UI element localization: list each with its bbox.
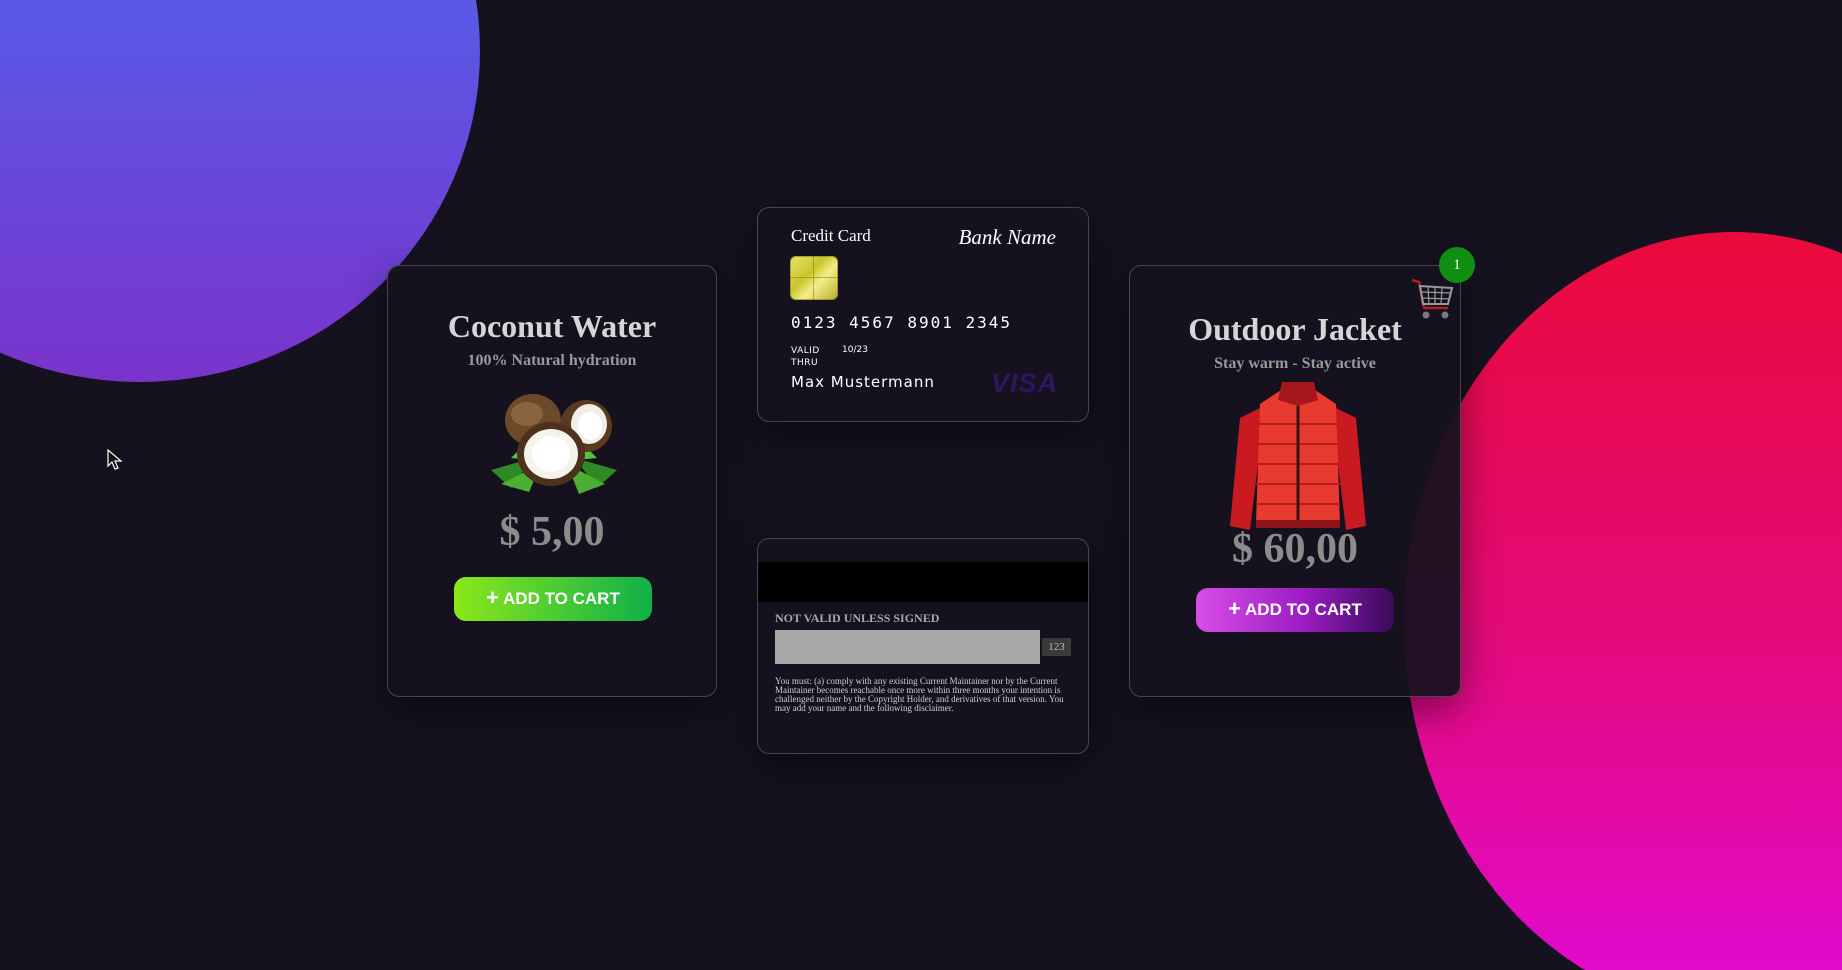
card-holder-name: Max Mustermann bbox=[791, 373, 935, 391]
valid-thru-date: 10/23 bbox=[842, 345, 868, 355]
visa-logo: VISA bbox=[990, 368, 1058, 398]
product-price: $ 60,00 bbox=[1232, 526, 1358, 572]
magnetic-stripe bbox=[758, 562, 1088, 602]
product-subtitle: 100% Natural hydration bbox=[467, 352, 637, 369]
signature-box bbox=[775, 630, 1040, 664]
signature-label: NOT VALID UNLESS SIGNED bbox=[775, 611, 940, 625]
card-disclaimer: You must: (a) comply with any existing C… bbox=[775, 676, 1064, 713]
product-title: Coconut Water bbox=[447, 308, 657, 344]
add-to-cart-button[interactable]: + ADD TO CART bbox=[454, 577, 652, 621]
coconut-image bbox=[491, 394, 617, 494]
product-card-jacket: Outdoor Jacket Stay warm - Stay active $… bbox=[1129, 265, 1461, 697]
card-number: 0123 4567 8901 2345 bbox=[791, 313, 1013, 332]
plus-icon: + bbox=[1228, 596, 1242, 621]
mouse-pointer-icon bbox=[107, 449, 123, 470]
background-blob-pink bbox=[1404, 232, 1842, 970]
page-stage: Coconut Water 100% Natural hydration $ 5… bbox=[0, 0, 1842, 970]
cart-count-badge[interactable]: 1 bbox=[1439, 247, 1475, 283]
bank-name: Bank Name bbox=[958, 225, 1056, 249]
cvv-code: 123 bbox=[1042, 638, 1071, 656]
product-subtitle: Stay warm - Stay active bbox=[1214, 355, 1376, 372]
add-to-cart-button[interactable]: + ADD TO CART bbox=[1196, 588, 1394, 632]
shopping-cart-icon[interactable] bbox=[1410, 276, 1454, 322]
valid-thru-label: VALID THRU bbox=[791, 346, 820, 368]
credit-card-front: Credit Card Bank Name 0123 4567 8901 234… bbox=[757, 207, 1089, 422]
product-card-coconut: Coconut Water 100% Natural hydration $ 5… bbox=[387, 265, 717, 697]
product-price: $ 5,00 bbox=[499, 509, 605, 555]
add-to-cart-label: ADD TO CART bbox=[1245, 600, 1362, 619]
credit-card-back: NOT VALID UNLESS SIGNED 123 You must: (a… bbox=[757, 538, 1089, 754]
add-to-cart-label: ADD TO CART bbox=[503, 589, 620, 608]
jacket-image bbox=[1230, 382, 1366, 530]
chip-icon bbox=[790, 256, 838, 300]
card-type-label: Credit Card bbox=[791, 226, 871, 245]
plus-icon: + bbox=[486, 585, 500, 610]
